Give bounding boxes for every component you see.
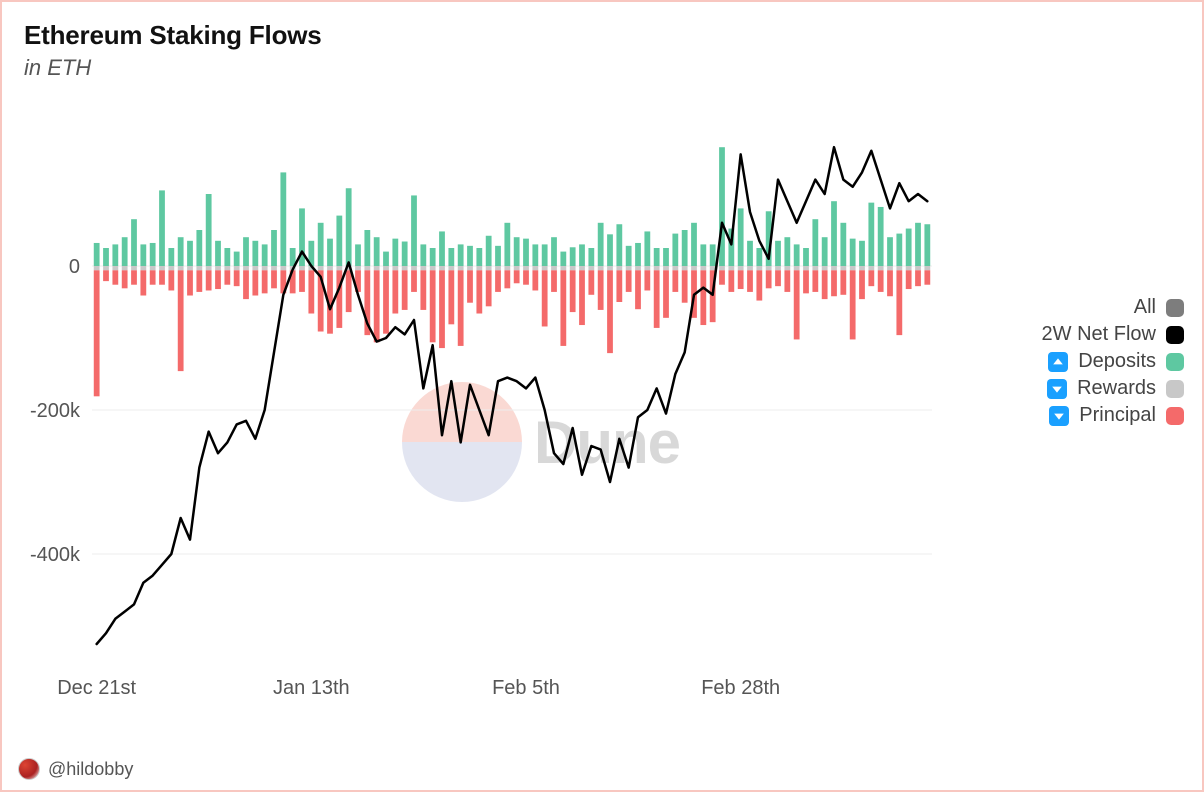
author-credit[interactable]: @hildobby [18, 758, 133, 780]
avatar-icon [18, 758, 40, 780]
chart-area: 0 -200k -400k Dec 21st Jan 13th Feb 5th Feb 28… [22, 112, 942, 712]
svg-text:Feb 5th: Feb 5th [492, 677, 560, 699]
square-icon [1166, 299, 1184, 317]
square-icon [1166, 353, 1184, 371]
legend-item-netflow[interactable]: 2W Net Flow [954, 323, 1184, 346]
square-icon [1166, 407, 1184, 425]
svg-text:Feb 28th: Feb 28th [701, 677, 780, 699]
svg-text:-400k: -400k [30, 544, 81, 566]
square-icon [1166, 380, 1184, 398]
legend-item-rewards[interactable]: Rewards [954, 377, 1184, 400]
svg-text:-200k: -200k [30, 400, 81, 422]
svg-text:0: 0 [69, 256, 80, 278]
square-icon [1166, 326, 1184, 344]
chart-title: Ethereum Staking Flows [24, 20, 1180, 51]
chevron-up-icon [1048, 352, 1068, 372]
legend-item-deposits[interactable]: Deposits [954, 350, 1184, 373]
legend-item-all[interactable]: All [954, 296, 1184, 319]
chevron-down-icon [1047, 379, 1067, 399]
svg-text:Jan 13th: Jan 13th [273, 677, 350, 699]
legend: All 2W Net Flow Deposits Rewards Princip… [954, 292, 1184, 431]
svg-text:Dec 21st: Dec 21st [57, 677, 136, 699]
legend-item-principal[interactable]: Principal [954, 404, 1184, 427]
chart-subtitle: in ETH [24, 55, 1180, 81]
chevron-down-icon [1049, 406, 1069, 426]
